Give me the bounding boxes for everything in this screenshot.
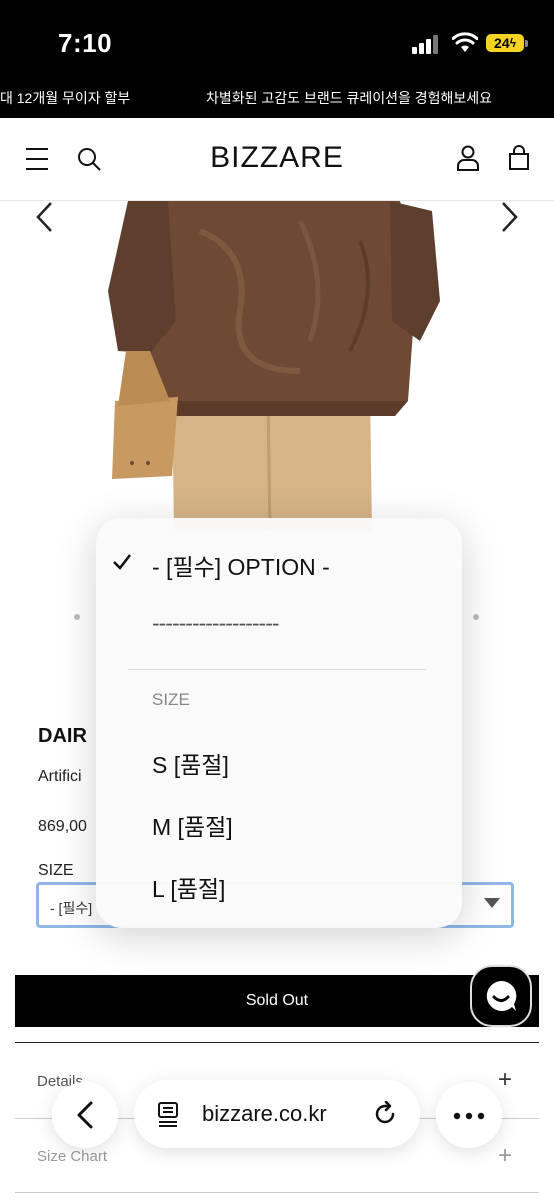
account-icon[interactable] <box>456 145 480 171</box>
divider <box>15 1042 539 1043</box>
dropdown-option[interactable]: L [품절] <box>152 870 225 904</box>
divider <box>15 1192 539 1193</box>
accordion-size-chart-label[interactable]: Size Chart <box>37 1148 107 1165</box>
back-icon <box>77 1101 93 1129</box>
reload-icon[interactable] <box>372 1101 398 1127</box>
status-time: 7:10 <box>58 28 113 58</box>
marquee-text-left: 대 12개월 무이자 할부 <box>0 90 131 106</box>
browser-back-button[interactable] <box>52 1082 118 1148</box>
plus-icon[interactable]: + <box>498 1066 512 1094</box>
more-icon <box>453 1112 485 1120</box>
promo-marquee[interactable]: 대 12개월 무이자 할부 차별화된 고감도 브랜드 큐레이션을 경험해보세요 <box>0 80 554 118</box>
size-label: SIZE <box>38 862 74 879</box>
product-name: DAIR <box>38 725 87 747</box>
reader-icon[interactable] <box>157 1101 181 1127</box>
product-price: 869,00 <box>38 818 87 835</box>
battery-level: 24 <box>494 35 510 51</box>
plus-icon[interactable]: + <box>498 1142 512 1170</box>
dropdown-option[interactable]: S [품절] <box>152 746 229 780</box>
carousel-dot[interactable] <box>473 614 479 620</box>
checkmark-icon <box>113 554 131 570</box>
sold-out-button[interactable]: Sold Out <box>15 975 539 1027</box>
dropdown-separator <box>128 669 426 670</box>
cellular-signal-icon <box>412 34 442 54</box>
dropdown-option-divider[interactable]: ------------------- <box>152 610 280 637</box>
carousel-dot[interactable] <box>74 614 80 620</box>
cart-icon[interactable] <box>508 145 530 171</box>
dropdown-option[interactable]: M [품절] <box>152 808 233 842</box>
product-image[interactable] <box>0 201 554 531</box>
chat-icon <box>486 980 517 1011</box>
dropdown-option-selected[interactable]: - [필수] OPTION - <box>152 548 330 582</box>
browser-more-button[interactable] <box>436 1082 502 1148</box>
product-subtitle: Artifici <box>38 768 82 785</box>
wifi-icon <box>452 32 478 52</box>
prev-image-icon[interactable] <box>34 200 54 242</box>
address-url[interactable]: bizzare.co.kr <box>202 1101 327 1127</box>
next-image-icon[interactable] <box>500 200 520 242</box>
sold-out-label: Sold Out <box>245 992 309 1009</box>
product-photo-illustration <box>108 201 440 531</box>
marquee-text-right: 차별화된 고감도 브랜드 큐레이션을 경험해보세요 <box>206 90 493 106</box>
chevron-down-icon <box>484 898 500 908</box>
battery-icon: 24 ϟ <box>486 34 524 52</box>
battery-tip <box>525 40 528 47</box>
size-select-value: - [필수] <box>50 900 93 916</box>
chat-button[interactable] <box>470 965 532 1027</box>
dropdown-group-label: SIZE <box>152 690 190 709</box>
